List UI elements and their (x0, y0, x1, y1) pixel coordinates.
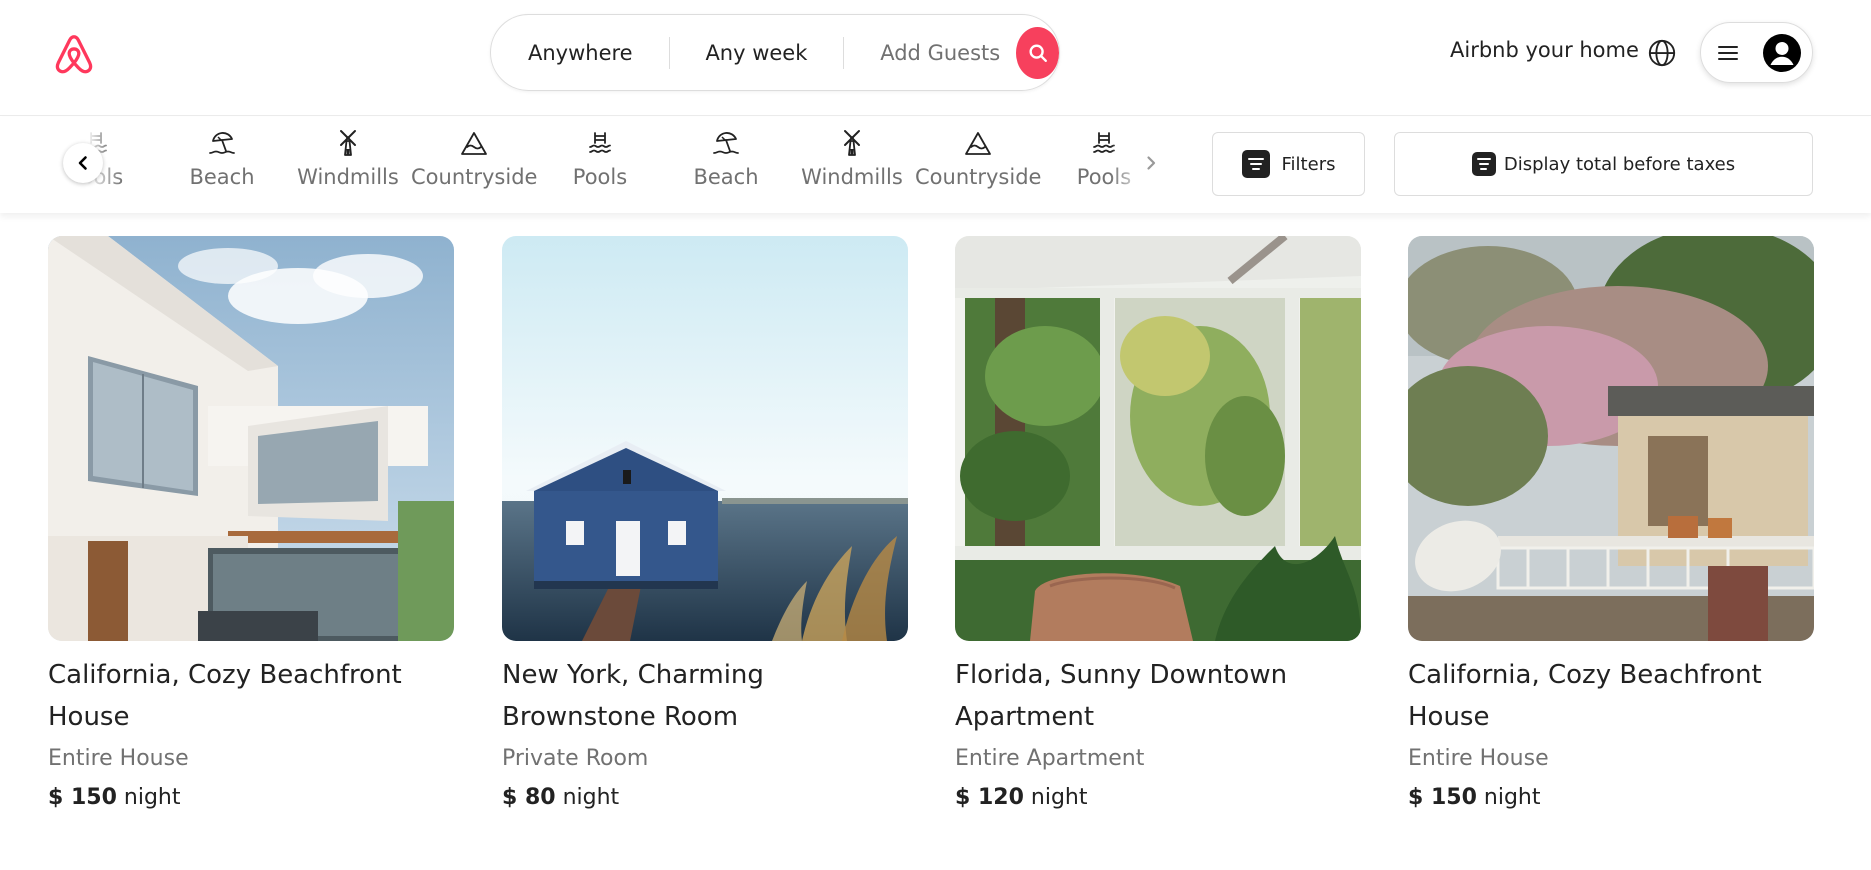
display-total-label: Display total before taxes (1503, 153, 1736, 175)
listing-card[interactable]: California, Cozy Beachfront House Entire… (1408, 236, 1814, 810)
listing-title[interactable]: New York, Charming Brownstone Room (502, 654, 908, 738)
category-item[interactable]: Beach (663, 127, 789, 189)
price-amount: $ 150 (48, 785, 117, 810)
user-menu-button[interactable] (1700, 22, 1813, 83)
category-item[interactable]: Windmills (285, 127, 411, 189)
price-unit: night (1030, 785, 1088, 810)
category-next-button[interactable] (1131, 143, 1171, 183)
listing-price: $ 150 night (48, 785, 454, 810)
search-bar[interactable]: Anywhere Any week Add Guests (490, 14, 1060, 91)
listing-card[interactable]: Florida, Sunny Downtown Apartment Entire… (955, 236, 1361, 810)
category-label: Countryside (915, 165, 1042, 189)
listing-price: $ 120 night (955, 785, 1361, 810)
price-unit: night (1483, 785, 1541, 810)
category-item[interactable]: Countryside (411, 127, 537, 189)
listing-price: $ 150 night (1408, 785, 1814, 810)
windmill-icon (340, 130, 356, 156)
listing-type: Entire Apartment (955, 746, 1145, 771)
listing-photo[interactable] (1408, 236, 1814, 641)
price-unit: night (123, 785, 181, 810)
filter-icon (1241, 150, 1270, 178)
listing-price: $ 80 night (502, 785, 908, 810)
airbnb-logo-icon[interactable] (52, 32, 96, 76)
category-label: Pools (572, 165, 628, 189)
category-item[interactable]: Beach (159, 127, 285, 189)
filters-label: Filters (1281, 153, 1336, 175)
pool-icon (589, 132, 611, 153)
chevron-right-icon (1147, 156, 1156, 170)
hamburger-menu-icon (1718, 45, 1738, 60)
filters-button[interactable]: Filters (1212, 132, 1365, 196)
price-amount: $ 150 (1408, 785, 1477, 810)
top-header: Anywhere Any week Add Guests Airbnb your… (0, 0, 1871, 116)
listing-photo[interactable] (48, 236, 454, 641)
guests-button[interactable]: Add Guests (844, 41, 1016, 65)
user-avatar-icon (1763, 33, 1801, 72)
location-button[interactable]: Anywhere (491, 41, 669, 65)
countryside-icon (965, 132, 991, 155)
listing-card[interactable]: New York, Charming Brownstone Room Priva… (502, 236, 908, 810)
windmill-icon (844, 130, 860, 156)
dates-button[interactable]: Any week (669, 41, 843, 65)
category-item[interactable]: Pools (537, 127, 663, 189)
listing-photo[interactable] (502, 236, 908, 641)
beach-icon (209, 132, 235, 154)
listing-title[interactable]: California, Cozy Beachfront House (1408, 654, 1814, 738)
display-total-toggle[interactable]: Display total before taxes (1394, 132, 1813, 196)
category-bar: PoolsBeachWindmillsCountrysidePoolsBeach… (0, 117, 1871, 213)
listing-type: Entire House (48, 746, 189, 771)
search-icon (1029, 43, 1047, 62)
listing-photo[interactable] (955, 236, 1361, 641)
category-item[interactable]: Windmills (789, 127, 915, 189)
listing-title[interactable]: Florida, Sunny Downtown Apartment (955, 654, 1361, 738)
host-link[interactable]: Airbnb your home (1450, 38, 1639, 62)
price-unit: night (562, 785, 620, 810)
price-amount: $ 120 (955, 785, 1024, 810)
category-scroller[interactable]: PoolsBeachWindmillsCountrysidePoolsBeach… (63, 117, 1168, 213)
category-prev-button[interactable] (63, 143, 103, 183)
price-amount: $ 80 (502, 785, 556, 810)
category-label: Countryside (411, 165, 538, 189)
category-item[interactable]: Countryside (915, 127, 1041, 189)
category-label: Windmills (801, 165, 903, 189)
globe-icon[interactable] (1647, 38, 1677, 68)
countryside-icon (461, 132, 487, 155)
listing-card[interactable]: California, Cozy Beachfront House Entire… (48, 236, 454, 810)
filter-icon (1471, 152, 1496, 176)
category-label: Beach (693, 165, 759, 189)
chevron-left-icon (78, 156, 87, 170)
listing-type: Entire House (1408, 746, 1549, 771)
listing-type: Private Room (502, 746, 649, 771)
search-button[interactable] (1016, 26, 1060, 79)
category-label: Windmills (297, 165, 399, 189)
beach-icon (713, 132, 739, 154)
listing-title[interactable]: California, Cozy Beachfront House (48, 654, 454, 738)
category-label: Beach (189, 165, 255, 189)
